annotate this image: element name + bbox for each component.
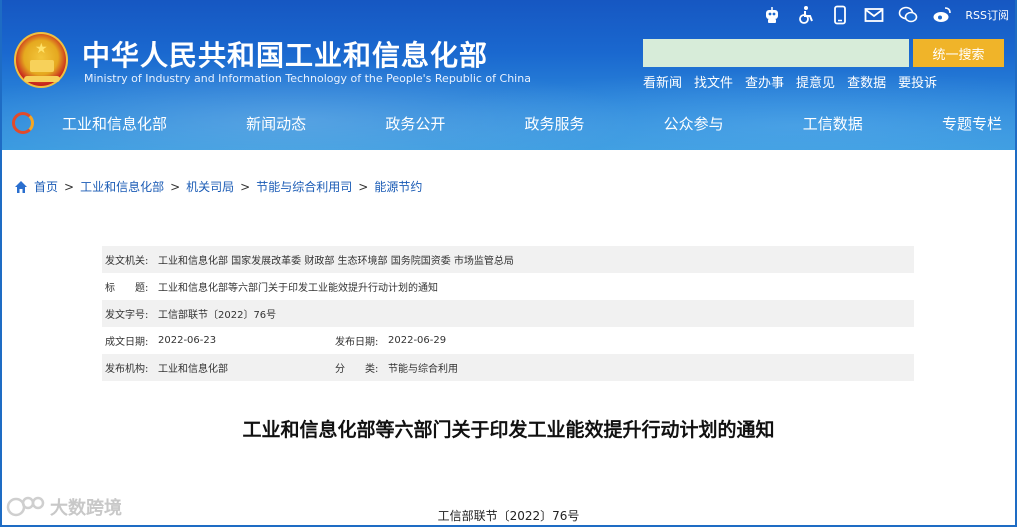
rss-link[interactable]: RSS订阅 <box>965 7 1009 23</box>
meta-label-published: 发布日期: <box>335 337 379 348</box>
meta-row-docno: 发文字号: 工信部联节〔2022〕76号 <box>102 300 914 327</box>
meta-value-docno: 工信部联节〔2022〕76号 <box>158 310 277 321</box>
search-input[interactable] <box>643 39 909 67</box>
meta-row-dates: 成文日期: 2022-06-23 发布日期: 2022-06-29 <box>102 327 914 354</box>
quick-link-data[interactable]: 查数据 <box>847 72 886 91</box>
breadcrumb-separator: > <box>240 179 251 194</box>
meta-label-created: 成文日期: <box>105 337 149 348</box>
breadcrumb-departments[interactable]: 机关司局 <box>186 178 234 195</box>
main-nav: 工业和信息化部 新闻动态 政务公开 政务服务 公众参与 工信数据 专题专栏 <box>52 108 1012 138</box>
breadcrumb-separator: > <box>64 179 75 194</box>
nav-item-gov-services[interactable]: 政务服务 <box>514 113 594 134</box>
breadcrumb: 首页 > 工业和信息化部 > 机关司局 > 节能与综合利用司 > 能源节约 <box>14 178 422 195</box>
wechat-icon[interactable] <box>897 5 919 25</box>
mobile-icon[interactable] <box>829 5 851 25</box>
quick-link-news[interactable]: 看新闻 <box>643 72 682 91</box>
home-icon <box>15 180 27 193</box>
meta-cell-created: 成文日期: 2022-06-23 <box>102 333 332 348</box>
breadcrumb-home[interactable]: 首页 <box>34 178 58 195</box>
breadcrumb-separator: > <box>170 179 181 194</box>
meta-value-published: 2022-06-29 <box>388 335 447 346</box>
quick-links: 看新闻 找文件 查办事 提意见 查数据 要投诉 <box>643 72 937 91</box>
site-header: ★ 中华人民共和国工业和信息化部 Ministry of Industry an… <box>2 0 1015 150</box>
meta-row-title: 标 题: 工业和信息化部等六部门关于印发工业能效提升行动计划的通知 <box>102 273 914 300</box>
meta-row-issuer: 发文机关: 工业和信息化部 国家发展改革委 财政部 生态环境部 国务院国资委 市… <box>102 246 914 273</box>
nav-item-topics[interactable]: 专题专栏 <box>932 113 1012 134</box>
quick-link-feedback[interactable]: 提意见 <box>796 72 835 91</box>
breadcrumb-separator: > <box>358 179 369 194</box>
quick-link-complaint[interactable]: 要投诉 <box>898 72 937 91</box>
search-button[interactable]: 统一搜索 <box>913 39 1004 67</box>
nav-item-gov-affairs[interactable]: 政务公开 <box>375 113 455 134</box>
meta-label-docno: 发文字号: <box>105 310 149 321</box>
nav-item-data[interactable]: 工信数据 <box>793 113 873 134</box>
meta-label-title: 标 题: <box>105 283 149 294</box>
meta-cell-category: 分 类: 节能与综合利用 <box>332 360 632 375</box>
document-title: 工业和信息化部等六部门关于印发工业能效提升行动计划的通知 <box>242 419 775 441</box>
meta-label-org: 发布机构: <box>105 364 149 375</box>
meta-value-created: 2022-06-23 <box>158 335 217 346</box>
meta-value-org: 工业和信息化部 <box>158 364 228 375</box>
emblem-gate <box>30 60 54 72</box>
quick-link-files[interactable]: 找文件 <box>694 72 733 91</box>
breadcrumb-energy-dept[interactable]: 节能与综合利用司 <box>256 178 352 195</box>
quick-link-services[interactable]: 查办事 <box>745 72 784 91</box>
emblem-base <box>24 76 60 82</box>
top-utility-bar: RSS订阅 <box>761 4 1009 26</box>
meta-row-org: 发布机构: 工业和信息化部 分 类: 节能与综合利用 <box>102 354 914 381</box>
document-meta-table: 发文机关: 工业和信息化部 国家发展改革委 财政部 生态环境部 国务院国资委 市… <box>102 246 914 381</box>
meta-label-category: 分 类: <box>335 364 379 375</box>
meta-value-issuer: 工业和信息化部 国家发展改革委 财政部 生态环境部 国务院国资委 市场监管总局 <box>158 256 514 267</box>
national-emblem-logo[interactable]: ★ <box>14 32 68 88</box>
nav-item-news[interactable]: 新闻动态 <box>236 113 316 134</box>
mail-icon[interactable] <box>863 5 885 25</box>
mini-logo-icon[interactable] <box>12 112 34 134</box>
breadcrumb-energy-saving[interactable]: 能源节约 <box>374 178 422 195</box>
nav-item-public-participation[interactable]: 公众参与 <box>654 113 734 134</box>
accessibility-icon[interactable] <box>795 5 817 25</box>
emblem-star: ★ <box>35 41 48 57</box>
meta-label-issuer: 发文机关: <box>105 256 149 267</box>
meta-value-category: 节能与综合利用 <box>388 364 458 375</box>
robot-icon[interactable] <box>761 5 783 25</box>
site-subtitle: Ministry of Industry and Information Tec… <box>84 72 531 85</box>
weibo-icon[interactable] <box>931 5 953 25</box>
document-number: 工信部联节〔2022〕76号 <box>437 509 580 523</box>
site-title[interactable]: 中华人民共和国工业和信息化部 <box>82 34 488 74</box>
meta-cell-org: 发布机构: 工业和信息化部 <box>102 360 332 375</box>
breadcrumb-ministry[interactable]: 工业和信息化部 <box>80 178 164 195</box>
meta-value-title: 工业和信息化部等六部门关于印发工业能效提升行动计划的通知 <box>158 283 438 294</box>
page-frame: ★ 中华人民共和国工业和信息化部 Ministry of Industry an… <box>0 0 1017 527</box>
nav-item-ministry[interactable]: 工业和信息化部 <box>52 113 177 134</box>
meta-cell-published: 发布日期: 2022-06-29 <box>332 333 632 348</box>
